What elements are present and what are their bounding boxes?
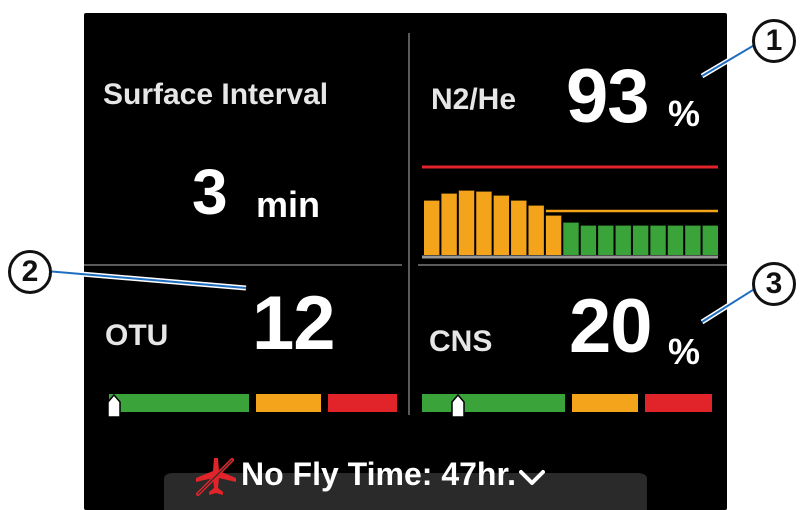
callout-3: 3 [752, 262, 796, 306]
callout-leaders [45, 37, 766, 325]
callout-2-leader-core [45, 270, 247, 289]
callout-2: 2 [8, 250, 52, 294]
callout-1: 1 [752, 19, 796, 63]
